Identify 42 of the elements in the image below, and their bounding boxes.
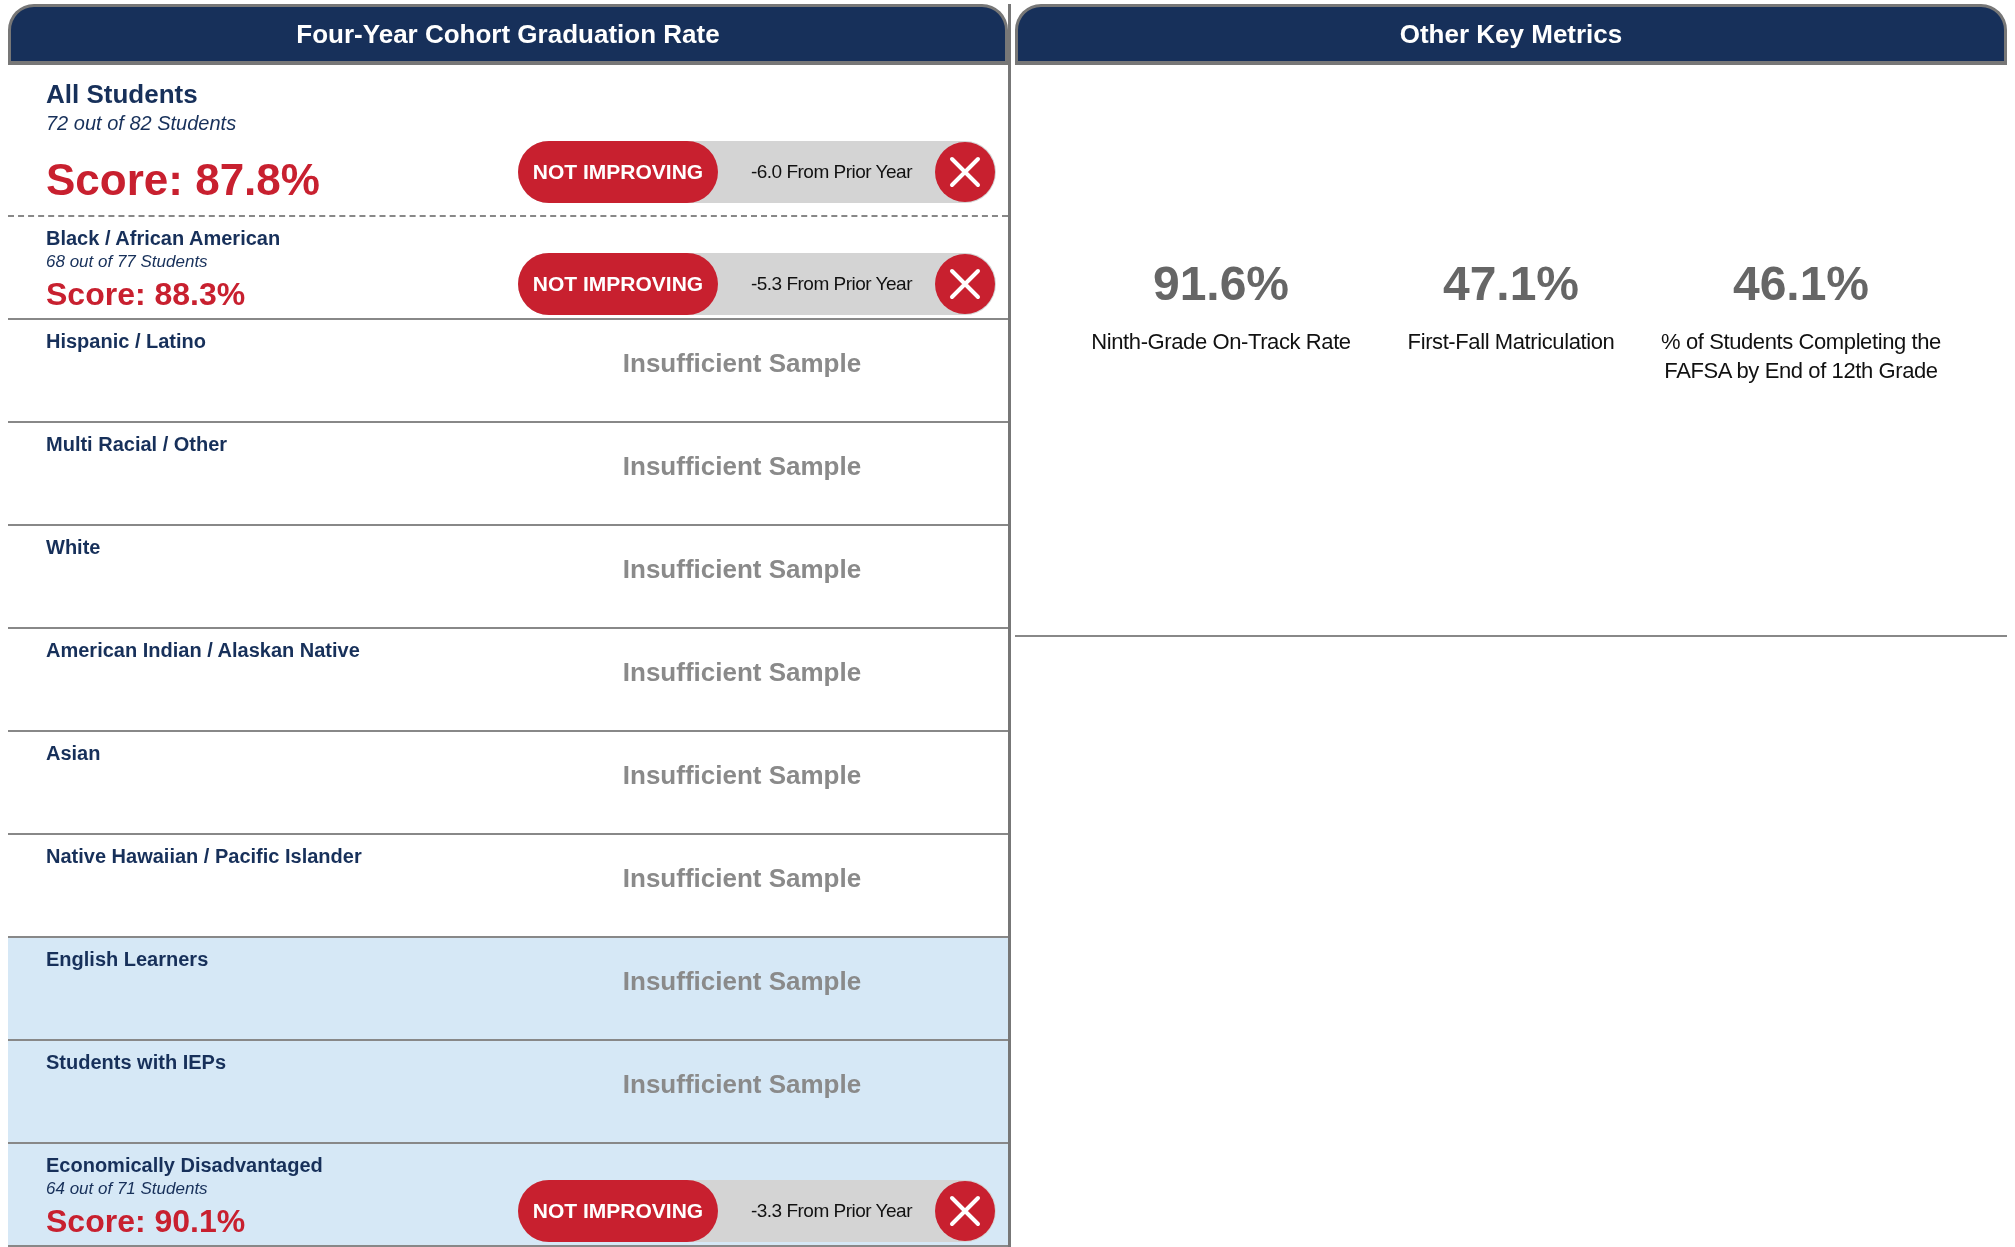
subgroup-name: Multi Racial / Other (46, 432, 228, 456)
x-circle-icon (934, 1180, 996, 1242)
status-label: NOT IMPROVING (518, 141, 718, 203)
change-text: -3.3 From Prior Year (749, 1200, 914, 1222)
insufficient-sample-text: Insufficient Sample (621, 862, 863, 894)
subgroup-name: All Students (46, 79, 198, 110)
insufficient-sample-text: Insufficient Sample (621, 450, 863, 482)
insufficient-sample-text: Insufficient Sample (621, 1068, 863, 1100)
insufficient-sample-text: Insufficient Sample (621, 553, 863, 585)
subgroup-name: Students with IEPs (46, 1050, 227, 1074)
metric-value: 46.1% (1732, 255, 1870, 311)
status-label: NOT IMPROVING (518, 1180, 718, 1242)
insufficient-sample-text: Insufficient Sample (621, 656, 863, 688)
subgroup-name: Hispanic / Latino (46, 329, 207, 353)
metric-value: 91.6% (1152, 255, 1290, 311)
student-count: 72 out of 82 Students (46, 112, 237, 135)
subgroup-name: Asian (46, 741, 101, 765)
panel-header: Four-Year Cohort Graduation Rate (8, 4, 1008, 65)
score-value: Score: 90.1% (46, 1203, 246, 1240)
insufficient-sample-text: Insufficient Sample (621, 759, 863, 791)
student-count: 64 out of 71 Students (46, 1179, 208, 1199)
score-value: Score: 87.8% (46, 155, 320, 205)
x-circle-icon (934, 252, 996, 315)
subgroup-name: Native Hawaiian / Pacific Islander (46, 844, 362, 868)
metric-label: First-Fall Matriculation (1407, 327, 1615, 356)
student-count: 68 out of 77 Students (46, 251, 208, 272)
metric-value: 47.1% (1442, 255, 1580, 311)
score-value: Score: 88.3% (46, 275, 246, 313)
status-label: NOT IMPROVING (518, 252, 718, 315)
panel-header: Other Key Metrics (1015, 4, 2007, 65)
subgroup-name: White (46, 535, 101, 559)
subgroup-name: Black / African American (46, 226, 281, 250)
subgroup-name: American Indian / Alaskan Native (46, 638, 360, 662)
metric-label: Ninth-Grade On-Track Rate (1091, 327, 1351, 356)
insufficient-sample-text: Insufficient Sample (621, 347, 863, 379)
subgroup-name: English Learners (46, 947, 209, 971)
insufficient-sample-text: Insufficient Sample (621, 965, 863, 997)
change-text: -5.3 From Prior Year (749, 272, 914, 295)
x-circle-icon (934, 141, 996, 203)
subgroup-name: Economically Disadvantaged (46, 1154, 323, 1177)
metric-label: % of Students Completing the FAFSA by End of 12th Grade (1660, 327, 1942, 385)
change-text: -6.0 From Prior Year (749, 161, 914, 183)
